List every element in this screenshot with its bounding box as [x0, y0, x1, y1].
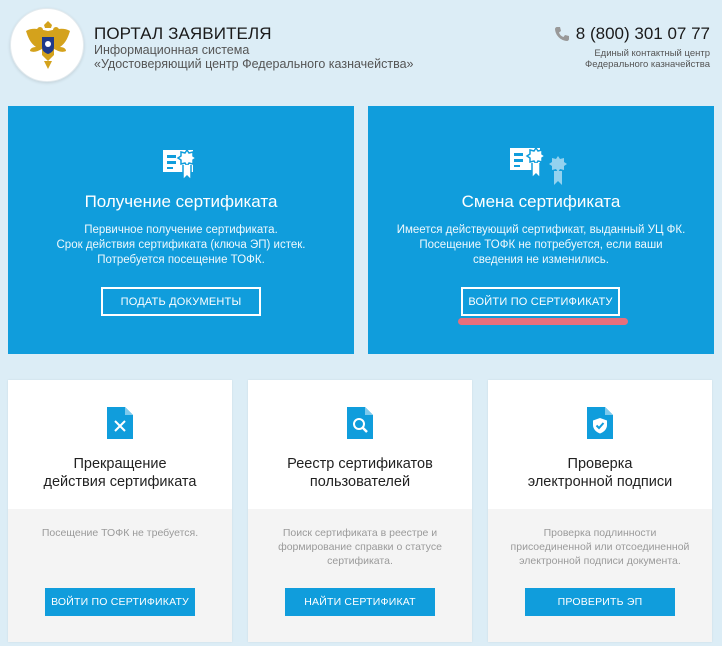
card-desc-line: Поиск сертификата в реестре и [282, 527, 438, 539]
card-desc-line: Потребуется посещение ТОФК. [97, 254, 265, 266]
card-title-line: Прекращение [73, 456, 167, 472]
document-close-icon [107, 407, 133, 439]
card-revoke-certificate: Прекращение действия сертификата Посещен… [8, 380, 232, 642]
highlight-underline [458, 318, 628, 325]
phone-icon [554, 27, 569, 41]
find-certificate-button[interactable]: НАЙТИ СЕРТИФИКАТ [285, 588, 435, 616]
portal-title: ПОРТАЛ ЗАЯВИТЕЛЯ [94, 24, 272, 43]
certificate-icon [163, 148, 198, 182]
card-title-line: Проверка [567, 456, 633, 472]
card-desc-line: Посещение ТОФК не потребуется, если ваши [419, 239, 663, 251]
card-desc-line: Проверка подлинности [543, 527, 657, 539]
card-title: Смена сертификата [461, 192, 621, 211]
submit-documents-button[interactable]: ПОДАТЬ ДОКУМЕНТЫ [101, 287, 261, 316]
card-title-line: пользователей [309, 474, 411, 490]
card-desc-line: сведения не изменились. [473, 254, 609, 266]
card-desc-line: Срок действия сертификата (ключа ЭП) ист… [56, 239, 306, 251]
card-get-certificate: Получение сертификата Первичное получени… [8, 106, 354, 354]
phone-caption-line1: Единый контактный центр [594, 48, 710, 59]
card-description: Посещение ТОФК не требуется. [22, 526, 218, 540]
portal-subtitle-line1: Информационная система [94, 43, 250, 57]
card-title-line: Реестр сертификатов [287, 456, 433, 472]
card-desc-line: Посещение ТОФК не требуется. [41, 527, 199, 539]
document-search-icon [347, 407, 373, 439]
portal-subtitle-line2: «Удостоверяющий центр Федерального казна… [94, 57, 414, 71]
card-verify-signature: Проверка электронной подписи Проверка по… [488, 380, 712, 642]
card-title: Получение сертификата [84, 192, 278, 211]
card-title-line: электронной подписи [527, 474, 673, 490]
card-certificate-registry: Реестр сертификатов пользователей Поиск … [248, 380, 472, 642]
portal-subtitle: Информационная система «Удостоверяющий ц… [94, 43, 414, 71]
login-by-certificate-button[interactable]: ВОЙТИ ПО СЕРТИФИКАТУ [461, 287, 620, 316]
card-description: Проверка подлинности присоединенной или … [502, 526, 698, 568]
login-by-certificate-button[interactable]: ВОЙТИ ПО СЕРТИФИКАТУ [45, 588, 195, 616]
card-desc-line: электронной подписи документа. [519, 555, 681, 567]
eagle-emblem-icon [26, 21, 70, 69]
card-desc-line: присоединенной или отсоединенной [510, 541, 690, 553]
card-desc-line: Имеется действующий сертификат, выданный… [396, 224, 686, 236]
document-shield-icon [587, 407, 613, 439]
card-description: Имеется действующий сертификат, выданный… [378, 223, 704, 268]
certificate-change-icon [510, 146, 567, 185]
card-title-line: действия сертификата [43, 474, 197, 490]
card-desc-line: формирование справки о статусе [278, 541, 442, 553]
card-title: Проверка электронной подписи [488, 455, 712, 491]
card-description: Первичное получение сертификата. Срок де… [18, 223, 344, 268]
phone-number[interactable]: 8 (800) 301 07 77 [576, 24, 710, 44]
header: ПОРТАЛ ЗАЯВИТЕЛЯ Информационная система … [0, 0, 722, 92]
emblem-logo[interactable] [10, 8, 84, 82]
phone-caption: Единый контактный центр Федерального каз… [554, 48, 710, 70]
card-desc-line: Первичное получение сертификата. [84, 224, 278, 236]
card-title: Реестр сертификатов пользователей [248, 455, 472, 491]
contact-block: 8 (800) 301 07 77 Единый контактный цент… [554, 24, 710, 70]
verify-signature-button[interactable]: ПРОВЕРИТЬ ЭП [525, 588, 675, 616]
phone-caption-line2: Федерального казначейства [585, 59, 710, 70]
card-desc-line: сертификата. [327, 555, 393, 567]
card-description: Поиск сертификата в реестре и формирован… [262, 526, 458, 568]
card-change-certificate: Смена сертификата Имеется действующий се… [368, 106, 714, 354]
card-title: Прекращение действия сертификата [8, 455, 232, 491]
